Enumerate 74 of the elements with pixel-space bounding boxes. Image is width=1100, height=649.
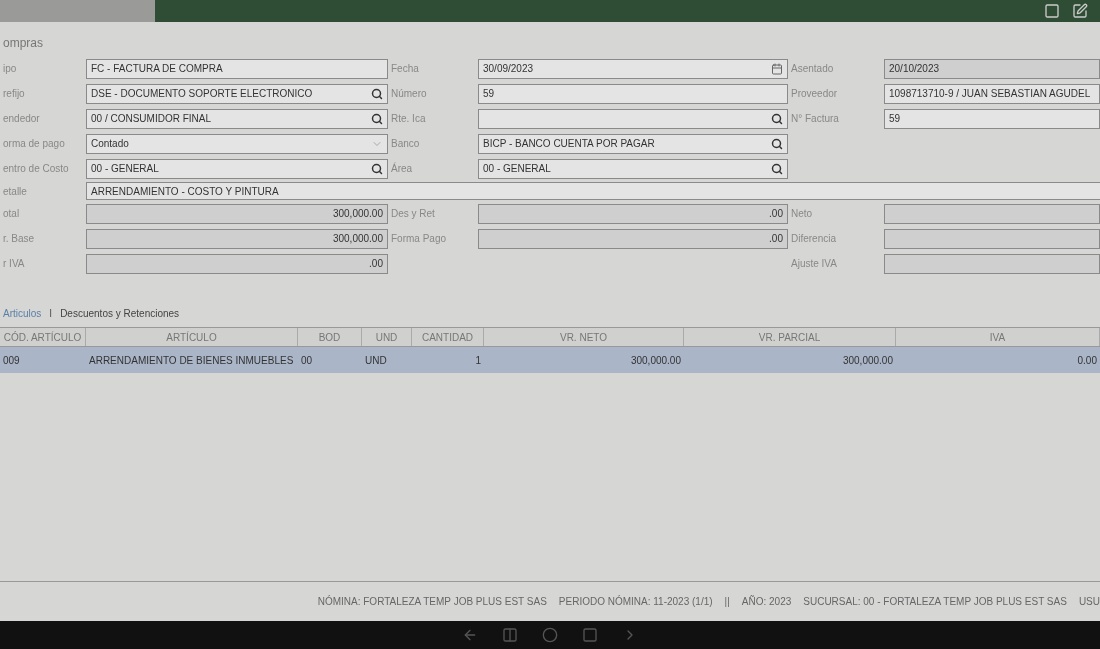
field-label: refijo xyxy=(2,87,26,101)
input-field[interactable]: BICP - BANCO CUENTA POR PAGAR xyxy=(478,133,788,154)
field-label: orma de pago xyxy=(2,137,66,151)
search-icon xyxy=(371,87,383,100)
table-cell-text: 300,000.00 xyxy=(629,353,682,368)
status-text: AÑO: 2023 xyxy=(741,594,792,609)
field-label: Fecha xyxy=(390,62,420,76)
back-icon[interactable] xyxy=(462,627,478,643)
search-icon xyxy=(771,162,783,175)
input-field[interactable]: FC - FACTURA DE COMPRA xyxy=(86,58,388,79)
status-text: NÓMINA: FORTALEZA TEMP JOB PLUS EST SAS xyxy=(317,594,547,609)
input-field[interactable]: 59 xyxy=(884,108,1100,129)
field-label: Número xyxy=(390,87,428,101)
input-field[interactable]: 30/09/2023 xyxy=(478,58,788,79)
field-label: otal xyxy=(2,207,21,221)
input-field[interactable] xyxy=(478,108,788,129)
status-text: || xyxy=(724,595,730,609)
table-cell-text: 0.00 xyxy=(1076,353,1098,368)
input-field[interactable] xyxy=(884,203,1100,224)
search-icon xyxy=(371,162,383,175)
table-cell-text: 300,000.00 xyxy=(841,353,894,368)
field-label: r IVA xyxy=(2,257,26,271)
input-field[interactable]: 1098713710-9 / JUAN SEBASTIAN AGUDEL xyxy=(884,83,1100,104)
table-cell-text: ARRENDAMIENTO DE BIENES INMUEBLES xyxy=(88,353,295,368)
input-field[interactable]: 00 - GENERAL xyxy=(86,158,388,179)
input-field[interactable]: 20/10/2023 xyxy=(884,58,1100,79)
search-icon xyxy=(771,112,783,125)
input-field[interactable]: 00 - GENERAL xyxy=(478,158,788,179)
field-label: Ajuste IVA xyxy=(790,257,838,271)
square-icon[interactable] xyxy=(582,627,598,643)
search-icon xyxy=(371,112,383,125)
field-label: Rte. Ica xyxy=(390,112,427,126)
field-label: Banco xyxy=(390,137,421,151)
field-label: Des y Ret xyxy=(390,207,436,221)
input-field[interactable]: .00 xyxy=(478,228,788,249)
field-label: Forma Pago xyxy=(390,232,448,246)
field-label: N° Factura xyxy=(790,112,840,126)
field-label: Diferencia xyxy=(790,232,838,246)
field-label: r. Base xyxy=(2,232,36,246)
input-field[interactable]: 00 / CONSUMIDOR FINAL xyxy=(86,108,388,129)
columns-icon[interactable] xyxy=(502,627,518,643)
table-row[interactable]: 009 ARRENDAMIENTO DE BIENES INMUEBLES 00 UND 1 300,000.00 300,000.00 0.00 xyxy=(0,347,1100,373)
field-label: Asentado xyxy=(790,62,835,76)
input-field[interactable]: 300,000.00 xyxy=(86,203,388,224)
tab[interactable]: Descuentos y Retenciones xyxy=(60,306,180,321)
status-text: SUCURSAL: 00 - FORTALEZA TEMP JOB PLUS EST SAS xyxy=(803,595,1067,609)
circle-icon[interactable] xyxy=(542,627,558,643)
field-label: Neto xyxy=(790,207,814,221)
input-field[interactable]: .00 xyxy=(86,253,388,274)
section-title: ompras xyxy=(2,35,44,52)
field-label: entro de Costo xyxy=(2,162,70,176)
field-label: ipo xyxy=(2,62,18,76)
input-field[interactable]: 300,000.00 xyxy=(86,228,388,249)
calendar-icon xyxy=(771,62,783,75)
edit-icon[interactable] xyxy=(1072,3,1088,19)
input-field[interactable]: DSE - DOCUMENTO SOPORTE ELECTRONICO xyxy=(86,83,388,104)
field-label: Área xyxy=(390,161,414,176)
status-text: PERIODO NÓMINA: 11-2023 (1/1) xyxy=(558,594,713,609)
table-cell-text: 00 xyxy=(300,353,314,368)
table-cell-text: 009 xyxy=(2,353,21,368)
table-cell-text: UND xyxy=(364,353,388,368)
field-label: Proveedor xyxy=(790,87,839,101)
input-field[interactable]: 59 xyxy=(478,83,788,104)
field-label: endedor xyxy=(2,112,41,126)
input-field[interactable] xyxy=(884,228,1100,249)
input-field[interactable] xyxy=(884,253,1100,274)
input-field[interactable]: .00 xyxy=(478,203,788,224)
input-field[interactable]: ARRENDAMIENTO - COSTO Y PINTURA xyxy=(86,182,1100,200)
field-label: etalle xyxy=(2,184,28,199)
tab-separator: I xyxy=(49,307,53,321)
input-field[interactable]: Contado xyxy=(86,133,388,154)
search-icon xyxy=(771,137,783,150)
status-text: USU xyxy=(1078,595,1100,609)
table-cell-text: 1 xyxy=(474,353,482,368)
